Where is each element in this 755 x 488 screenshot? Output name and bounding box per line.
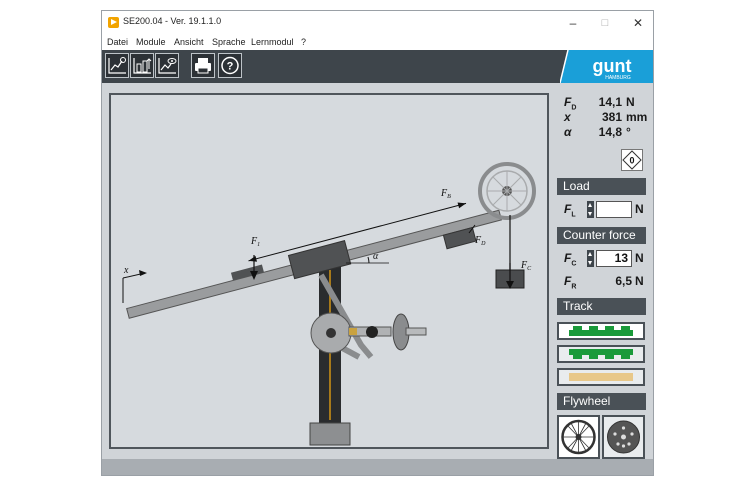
toolbar: ? gunt HAMBURG [102, 49, 653, 84]
help-icon: ? [221, 56, 239, 75]
menu-lernmodul[interactable]: Lernmodul [251, 37, 294, 47]
minimize-button[interactable]: – [562, 14, 584, 32]
load-input[interactable] [596, 201, 632, 218]
fc-unit: N [635, 251, 644, 265]
column-base [309, 422, 351, 446]
fr-unit: N [635, 274, 644, 288]
flywheel-heading: Flywheel [557, 393, 646, 410]
menu-bar: Datei Module Ansicht Sprache Lernmodul ? [102, 35, 653, 50]
readout-x-value: 381 [601, 110, 622, 124]
readout-x-unit: mm [626, 110, 648, 124]
spoked-flywheel-button[interactable] [557, 415, 600, 459]
label-fb-sub: B [447, 194, 451, 200]
svg-text:0: 0 [629, 156, 634, 166]
data-chart-button[interactable] [130, 53, 154, 78]
spoked-wheel-icon [561, 419, 596, 455]
rack-up-icon [569, 326, 633, 336]
rack-down-icon [569, 349, 633, 359]
logo-text: gunt [593, 56, 632, 76]
title-bar: SE200.04 - Ver. 19.1.1.0 – □ ✕ [102, 11, 653, 35]
print-icon [195, 58, 211, 74]
status-bar [102, 459, 653, 475]
zero-arrows-icon: 0 [622, 150, 642, 170]
control-panel: FD 14,1 N x 381 mm α 14,8 ° 0 Load FL N … [554, 93, 651, 459]
track-smooth-button[interactable] [557, 368, 645, 386]
axle-knob [366, 326, 378, 338]
svg-text:FD: FD [474, 235, 486, 247]
app-window: SE200.04 - Ver. 19.1.1.0 – □ ✕ Datei Mod… [101, 10, 654, 476]
label-alpha: α [373, 251, 379, 262]
svg-text:FC: FC [520, 260, 532, 272]
view-chart-button[interactable] [155, 53, 179, 78]
readout-alpha-unit: ° [626, 125, 631, 139]
label-f1-sub: 1 [257, 242, 260, 248]
readout-fd-value: 14,1 [598, 95, 622, 109]
load-stepper[interactable] [587, 201, 594, 218]
menu-datei[interactable]: Datei [107, 37, 128, 47]
readout-x-label: x [564, 110, 571, 124]
load-label: FL [564, 202, 576, 219]
print-button[interactable] [191, 53, 215, 78]
track-rack-up-button[interactable] [557, 322, 645, 340]
menu-sprache[interactable]: Sprache [212, 37, 246, 47]
track-rack-down-button[interactable] [557, 345, 645, 363]
counter-force-heading: Counter force [557, 227, 646, 244]
fr-value: 6,5 [615, 274, 632, 288]
readout-alpha-label: α [564, 125, 572, 139]
close-button[interactable]: ✕ [627, 14, 649, 32]
view-chart-icon [158, 58, 177, 74]
menu-module[interactable]: Module [136, 37, 166, 47]
readout-fd-unit: N [626, 95, 635, 109]
help-button[interactable]: ? [218, 53, 242, 78]
gunt-logo: gunt HAMBURG [559, 49, 653, 84]
fr-label: FR [564, 274, 577, 291]
smooth-track-icon [569, 373, 633, 381]
chart-icon [108, 57, 126, 74]
window-title: SE200.04 - Ver. 19.1.1.0 [123, 16, 222, 26]
track-heading: Track [557, 298, 646, 315]
maximize-button[interactable]: □ [594, 14, 616, 32]
lever-diagram: FB F1 FD FC x α [122, 162, 536, 446]
experiment-canvas: FB F1 FD FC x α [109, 93, 549, 449]
fc-input[interactable]: 13 [596, 250, 632, 267]
fc-label: FC [564, 251, 577, 268]
solid-flywheel-button[interactable] [602, 415, 645, 459]
readout-alpha-value: 14,8 [598, 125, 622, 139]
svg-text:FB: FB [440, 188, 451, 200]
data-chart-icon [133, 58, 152, 74]
app-logo-icon [108, 17, 119, 28]
svg-text:?: ? [227, 61, 234, 73]
load-unit: N [635, 202, 644, 216]
load-heading: Load [557, 178, 646, 195]
menu-help[interactable]: ? [301, 37, 306, 47]
label-fd-sub: D [480, 241, 486, 247]
svg-text:F1: F1 [250, 236, 260, 248]
fc-stepper[interactable] [587, 250, 594, 267]
chart-button[interactable] [105, 53, 129, 78]
label-fc-sub: C [527, 266, 532, 272]
zero-button[interactable]: 0 [621, 149, 643, 171]
readout-fd-label: FD [564, 95, 577, 112]
menu-ansicht[interactable]: Ansicht [174, 37, 204, 47]
logo-subtext: HAMBURG [605, 75, 631, 81]
solid-wheel-icon [607, 420, 640, 454]
label-x: x [123, 265, 129, 276]
